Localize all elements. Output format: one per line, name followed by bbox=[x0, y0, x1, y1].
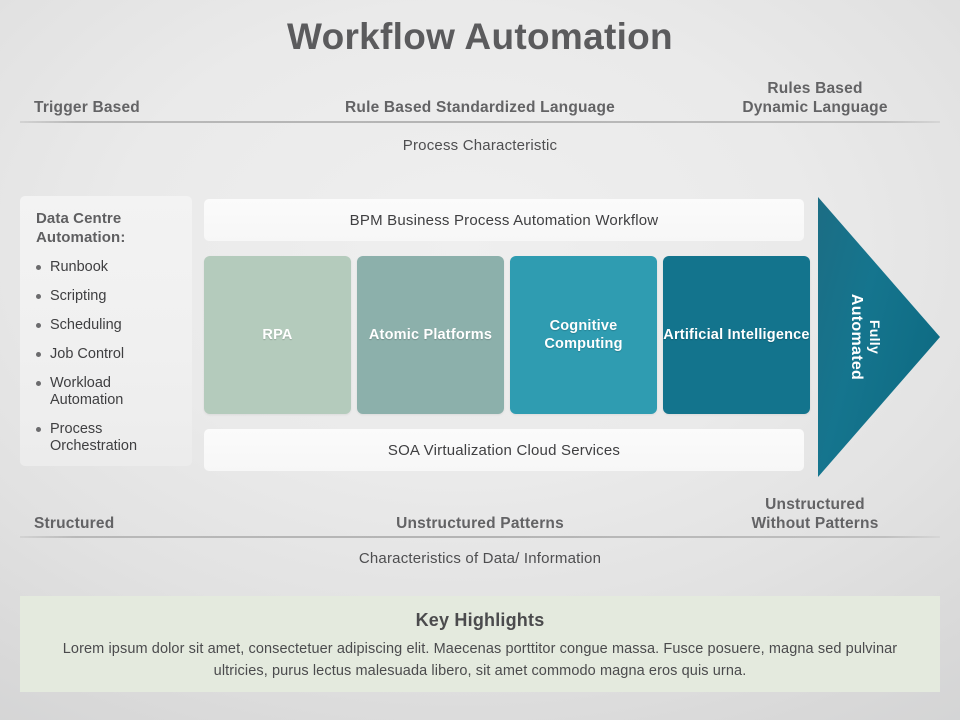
bottom-axis-label-right-line2: Without Patterns bbox=[751, 515, 879, 532]
sidebar-list: Runbook Scripting Scheduling Job Control… bbox=[36, 259, 182, 455]
arrow-triangle-icon bbox=[818, 197, 940, 477]
list-item: Process Orchestration bbox=[36, 421, 182, 455]
bullet-icon bbox=[36, 265, 41, 270]
bullet-icon bbox=[36, 381, 41, 386]
bullet-icon bbox=[36, 294, 41, 299]
stage-boxes: RPA Atomic Platforms Cognitive Computing… bbox=[204, 256, 810, 414]
bpm-bar: BPM Business Process Automation Workflow bbox=[204, 199, 804, 241]
stage-box-cognitive-computing[interactable]: Cognitive Computing bbox=[510, 256, 657, 414]
list-item: Scripting bbox=[36, 288, 182, 305]
list-item: Scheduling bbox=[36, 317, 182, 334]
top-axis-labels: Trigger Based Rule Based Standardized La… bbox=[20, 76, 940, 120]
soa-bar-label: SOA Virtualization Cloud Services bbox=[387, 441, 621, 459]
bottom-axis-labels: Structured Unstructured Patterns Unstruc… bbox=[20, 492, 940, 536]
page-title: Workflow Automation bbox=[287, 16, 673, 57]
sidebar-title: Data Centre Automation: bbox=[36, 210, 126, 246]
list-item-label: Process Orchestration bbox=[50, 421, 138, 454]
fully-automated-arrow: Fully Automated bbox=[816, 195, 942, 479]
key-highlights-body: Lorem ipsum dolor sit amet, consectetuer… bbox=[62, 641, 898, 679]
stage-box-artificial-intelligence[interactable]: Artificial Intelligence bbox=[663, 256, 810, 414]
stage-box-label: Atomic Platforms bbox=[368, 327, 493, 343]
stage-box-label: Artificial Intelligence bbox=[663, 327, 810, 343]
stage-box-label: Cognitive Computing bbox=[544, 318, 623, 352]
list-item: Runbook bbox=[36, 259, 182, 276]
list-item-label: Scripting bbox=[50, 288, 107, 304]
bullet-icon bbox=[36, 352, 41, 357]
stage-box-rpa[interactable]: RPA bbox=[204, 256, 351, 414]
data-centre-automation-panel: Data Centre Automation: Runbook Scriptin… bbox=[20, 196, 192, 466]
key-highlights-title: Key Highlights bbox=[415, 610, 545, 630]
bottom-axis-caption: Characteristics of Data/ Information bbox=[358, 550, 602, 567]
bottom-divider bbox=[20, 536, 940, 538]
bottom-axis-label-right-line1: Unstructured bbox=[765, 496, 865, 513]
stage-box-label: RPA bbox=[262, 327, 293, 343]
list-item-label: Workload Automation bbox=[50, 375, 124, 408]
slide-canvas: Workflow Automation Trigger Based Rule B… bbox=[0, 0, 960, 720]
list-item-label: Runbook bbox=[50, 259, 109, 275]
bullet-icon bbox=[36, 427, 41, 432]
list-item-label: Scheduling bbox=[50, 317, 122, 333]
list-item: Workload Automation bbox=[36, 375, 182, 409]
top-divider bbox=[20, 121, 940, 123]
top-axis-label-right: Rules Based Dynamic Language bbox=[700, 79, 930, 117]
bullet-icon bbox=[36, 323, 41, 328]
list-item-label: Job Control bbox=[50, 346, 125, 362]
list-item: Job Control bbox=[36, 346, 182, 363]
soa-bar: SOA Virtualization Cloud Services bbox=[204, 429, 804, 471]
top-axis-label-right-line2: Dynamic Language bbox=[742, 99, 888, 116]
top-axis-label-right-line1: Rules Based bbox=[767, 80, 863, 97]
key-highlights-panel: Key Highlights Lorem ipsum dolor sit ame… bbox=[20, 596, 940, 692]
top-axis-caption: Process Characteristic bbox=[402, 137, 558, 154]
bpm-bar-label: BPM Business Process Automation Workflow bbox=[349, 211, 659, 229]
stage-box-atomic-platforms[interactable]: Atomic Platforms bbox=[357, 256, 504, 414]
bottom-axis-label-right: Unstructured Without Patterns bbox=[700, 495, 930, 533]
